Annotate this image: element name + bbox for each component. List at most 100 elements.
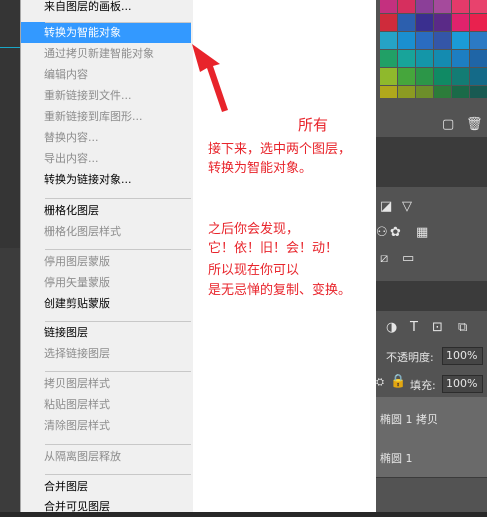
- annotation-line5: 所以现在你可以: [208, 263, 300, 278]
- type-filter-icon[interactable]: T: [410, 321, 418, 335]
- fill-label: 填充:: [410, 379, 436, 392]
- layer-name: 椭圆 1 拷贝: [380, 413, 438, 426]
- smart-object-filter-icon[interactable]: ⧉: [458, 321, 467, 335]
- color-swatch[interactable]: [416, 86, 433, 98]
- color-swatch[interactable]: [434, 32, 451, 49]
- menu-item[interactable]: 停用矢量蒙版: [21, 272, 191, 293]
- color-swatch[interactable]: [380, 0, 397, 13]
- annotation-line3: 之后你会发现，: [208, 222, 300, 237]
- color-swatch[interactable]: [398, 14, 415, 31]
- menu-separator: [45, 22, 191, 23]
- left-panel-strip: [0, 248, 20, 512]
- color-swatch[interactable]: [398, 86, 415, 98]
- menu-item[interactable]: 从隔离图层释放: [21, 446, 191, 467]
- guide-line: [0, 47, 20, 48]
- menu-item[interactable]: 粘贴图层样式: [21, 394, 191, 415]
- color-swatch[interactable]: [434, 68, 451, 85]
- red-arrow-icon: [192, 44, 228, 112]
- adjustment-filter-icon[interactable]: ◑: [386, 321, 397, 335]
- swatches-toolbar: ▢ 🗑: [376, 113, 487, 137]
- layers-panel-header: [376, 281, 487, 311]
- color-swatch[interactable]: [398, 32, 415, 49]
- adjustments-panel: ◪ ▽ ⚇ ✿ ▦ ⧄ ▭: [376, 187, 487, 281]
- new-swatch-icon[interactable]: ▢: [442, 118, 454, 132]
- color-swatch[interactable]: [452, 0, 469, 13]
- color-balance-icon[interactable]: ✿: [390, 226, 401, 240]
- menu-item[interactable]: 选择链接图层: [21, 343, 191, 364]
- invert-icon[interactable]: ⧄: [380, 252, 388, 266]
- menu-item[interactable]: 链接图层: [21, 322, 191, 343]
- menu-separator: [45, 444, 191, 445]
- menu-item[interactable]: 合并可见图层: [21, 496, 191, 517]
- menu-item[interactable]: 重新链接到库图形...: [21, 106, 191, 127]
- menu-item[interactable]: 通过拷贝新建智能对象: [21, 43, 191, 64]
- color-swatch[interactable]: [380, 50, 397, 67]
- menu-separator: [45, 474, 191, 475]
- menu-separator: [45, 321, 191, 322]
- menu-item[interactable]: 替换内容...: [21, 127, 191, 148]
- lock-icon[interactable]: ⛭: [376, 376, 384, 390]
- menu-item[interactable]: 拷贝图层样式: [21, 373, 191, 394]
- annotation-line4: 它！依！旧！会！动！: [208, 241, 339, 256]
- levels-icon[interactable]: ◪: [380, 200, 392, 214]
- menu-item[interactable]: 重新链接到文件...: [21, 85, 191, 106]
- lock-all-icon[interactable]: 🔒: [390, 375, 406, 389]
- color-swatch[interactable]: [398, 68, 415, 85]
- color-swatch[interactable]: [398, 0, 415, 13]
- color-swatch[interactable]: [380, 68, 397, 85]
- color-lookup-icon[interactable]: ▦: [416, 226, 428, 240]
- gradient-map-icon[interactable]: ▭: [402, 252, 414, 266]
- trash-icon[interactable]: 🗑: [466, 118, 483, 132]
- color-swatch[interactable]: [470, 68, 487, 85]
- menu-item[interactable]: 导出内容...: [21, 148, 191, 169]
- menu-item[interactable]: 创建剪贴蒙版: [21, 293, 191, 314]
- menu-item[interactable]: 停用图层蒙版: [21, 251, 191, 272]
- color-swatch[interactable]: [434, 14, 451, 31]
- menu-item[interactable]: 编辑内容: [21, 64, 191, 85]
- menu-item[interactable]: 清除图层样式: [21, 415, 191, 436]
- fill-input[interactable]: 100%: [442, 375, 483, 393]
- opacity-input[interactable]: 100%: [442, 347, 483, 365]
- annotation-line1: 接下来，选中两个图层，: [208, 142, 352, 157]
- color-swatch[interactable]: [470, 14, 487, 31]
- color-swatch[interactable]: [452, 50, 469, 67]
- color-swatch[interactable]: [452, 14, 469, 31]
- menu-item[interactable]: 来自图层的画板...: [21, 0, 191, 17]
- color-swatch[interactable]: [470, 86, 487, 98]
- menu-item[interactable]: 栅格化图层样式: [21, 221, 191, 242]
- color-swatch[interactable]: [434, 50, 451, 67]
- color-swatch[interactable]: [416, 14, 433, 31]
- color-swatch[interactable]: [416, 32, 433, 49]
- color-swatch[interactable]: [452, 32, 469, 49]
- menu-separator: [45, 249, 191, 250]
- color-swatch[interactable]: [452, 68, 469, 85]
- menu-separator: [45, 198, 191, 199]
- color-swatch[interactable]: [416, 0, 433, 13]
- color-swatch[interactable]: [416, 68, 433, 85]
- color-swatch[interactable]: [380, 32, 397, 49]
- opacity-label: 不透明度:: [386, 351, 434, 364]
- annotation-line2: 转换为智能对象。: [208, 161, 313, 176]
- menu-item[interactable]: 合并图层: [21, 476, 191, 497]
- color-swatch[interactable]: [434, 86, 451, 98]
- color-swatch[interactable]: [434, 0, 451, 13]
- color-swatch[interactable]: [380, 14, 397, 31]
- menu-separator: [45, 371, 191, 372]
- menu-item[interactable]: 栅格化图层: [21, 200, 191, 221]
- color-swatch[interactable]: [416, 50, 433, 67]
- triangle-down-icon[interactable]: ▽: [402, 200, 412, 214]
- menu-item[interactable]: 转换为链接对象...: [21, 169, 191, 190]
- panel-header-dark: [376, 137, 487, 187]
- color-swatch[interactable]: [398, 50, 415, 67]
- color-swatch[interactable]: [380, 86, 397, 98]
- channel-mixer-icon[interactable]: ⚇: [376, 226, 388, 240]
- swatches-panel: [376, 0, 487, 98]
- annotation-line6: 是无忌惮的复制、变换。: [208, 283, 352, 298]
- color-swatch[interactable]: [470, 50, 487, 67]
- shape-filter-icon[interactable]: ⊡: [432, 321, 443, 335]
- annotation-title: 所有: [298, 116, 329, 134]
- color-swatch[interactable]: [470, 0, 487, 13]
- color-swatch[interactable]: [452, 86, 469, 98]
- color-swatch[interactable]: [470, 32, 487, 49]
- menu-item[interactable]: 转换为智能对象: [21, 22, 191, 43]
